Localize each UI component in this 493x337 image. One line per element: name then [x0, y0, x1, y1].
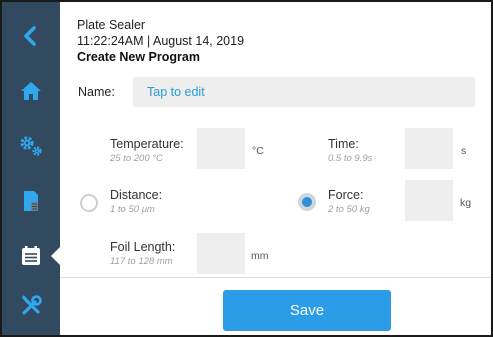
sidebar [2, 2, 61, 335]
document-icon [24, 191, 38, 211]
force-label: Force: [328, 188, 364, 202]
app-window: Plate Sealer 11:22:24AM | August 14, 201… [0, 0, 493, 337]
force-unit: kg [460, 197, 472, 209]
foil-length-input[interactable] [197, 233, 245, 274]
header: Plate Sealer 11:22:24AM | August 14, 201… [77, 17, 244, 65]
foil-length-unit: mm [251, 250, 269, 262]
sidebar-item-tools[interactable] [2, 280, 60, 332]
save-button[interactable]: Save [223, 290, 391, 331]
name-label: Name: [78, 85, 115, 99]
main-content: Plate Sealer 11:22:24AM | August 14, 201… [60, 2, 491, 335]
temperature-hint: 25 to 200 °C [110, 153, 163, 164]
temperature-label: Temperature: [110, 137, 184, 151]
time-label: Time: [328, 137, 359, 151]
foil-length-hint: 117 to 128 mm [110, 256, 173, 267]
program-list-icon [22, 246, 40, 265]
sidebar-item-settings[interactable] [2, 120, 60, 172]
temperature-input[interactable] [197, 128, 245, 169]
gears-icon [20, 136, 42, 156]
time-hint: 0.5 to 9.9s [328, 153, 373, 164]
force-radio[interactable] [298, 193, 316, 211]
time-unit: s [461, 145, 467, 157]
sidebar-item-programs[interactable] [2, 230, 61, 282]
device-name: Plate Sealer [77, 18, 146, 32]
footer: Save [60, 277, 491, 335]
temperature-unit: °C [252, 145, 264, 157]
time-input[interactable] [405, 128, 453, 169]
sidebar-item-home[interactable] [2, 65, 60, 117]
home-icon [21, 82, 41, 100]
force-hint: 2 to 50 kg [328, 204, 370, 215]
foil-length-label: Foil Length: [110, 240, 176, 254]
distance-label: Distance: [110, 188, 163, 202]
tools-icon [21, 295, 42, 315]
distance-radio[interactable] [80, 194, 98, 212]
force-input[interactable] [405, 180, 453, 221]
name-input[interactable]: Tap to edit [133, 77, 475, 107]
distance-hint: 1 to 50 μm [110, 204, 155, 215]
back-chevron-icon [24, 26, 36, 46]
sidebar-item-documents[interactable] [2, 175, 60, 227]
datetime: 11:22:24AM | August 14, 2019 [77, 34, 245, 48]
name-row: Name: Tap to edit [60, 77, 475, 107]
name-placeholder: Tap to edit [147, 85, 205, 99]
back-button[interactable] [2, 10, 60, 62]
page-title: Create New Program [77, 50, 200, 64]
